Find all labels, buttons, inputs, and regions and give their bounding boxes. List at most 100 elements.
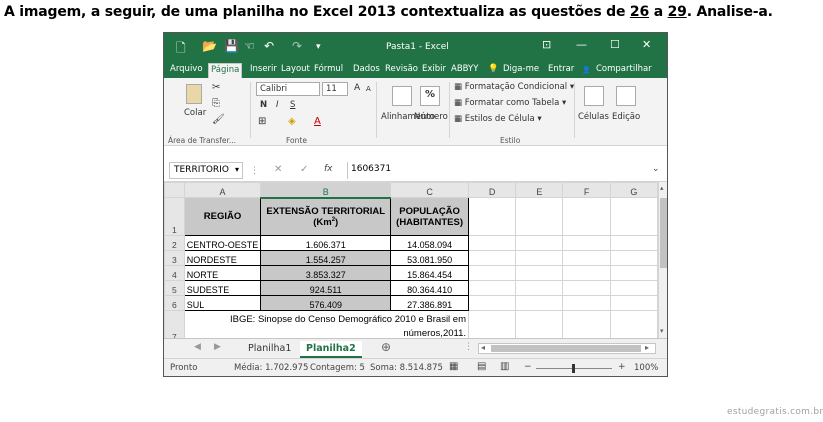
page-layout-view-icon[interactable]: ▤ xyxy=(477,361,486,372)
sheet-grid[interactable]: A B C D E F G 1 REGIÃO EXTENSÃO TERRITOR… xyxy=(164,182,659,358)
column-header[interactable]: G xyxy=(609,182,659,198)
tell-me-box[interactable]: Diga-me xyxy=(501,63,541,75)
font-color-icon[interactable]: A xyxy=(314,116,321,127)
tab-inserir[interactable]: Inserir xyxy=(248,63,279,75)
header-extensao[interactable]: EXTENSÃO TERRITORIAL (Km2) xyxy=(260,197,392,236)
page-break-view-icon[interactable]: ▥ xyxy=(500,361,509,372)
row-header[interactable]: 1 xyxy=(164,197,185,236)
percent-icon[interactable]: % xyxy=(420,86,440,106)
share-button[interactable]: Compartilhar xyxy=(594,63,654,75)
tab-dados[interactable]: Dados xyxy=(351,63,382,75)
row-header[interactable]: 5 xyxy=(164,280,185,296)
lightbulb-icon[interactable]: 💡 xyxy=(486,63,501,75)
column-header[interactable]: F xyxy=(562,182,611,198)
cells-icon[interactable] xyxy=(584,86,604,106)
cell-populacao[interactable]: 80.364.410 xyxy=(390,280,470,296)
cell-styles-button[interactable]: ▦ Estilos de Célula ▾ xyxy=(454,114,542,124)
tab-pagina[interactable]: Página xyxy=(208,63,243,78)
underline-button[interactable]: S xyxy=(290,100,295,110)
header-populacao[interactable]: POPULAÇÃO (HABITANTES) xyxy=(390,197,470,236)
zoom-level[interactable]: 100% xyxy=(634,363,658,373)
font-name-select[interactable]: Calibri xyxy=(256,82,320,96)
ribbon-options-icon[interactable]: ⊡ xyxy=(542,38,551,51)
shrink-font-icon[interactable]: A xyxy=(366,85,371,93)
cell[interactable] xyxy=(515,265,564,281)
sheet-tab-planilha1[interactable]: Planilha1 xyxy=(242,341,297,356)
number-button[interactable]: Número xyxy=(414,112,448,122)
tab-revisao[interactable]: Revisão xyxy=(383,63,420,75)
undo-icon[interactable]: ↶ xyxy=(264,39,274,53)
cell-extensao[interactable]: 1.606.371 xyxy=(260,235,392,251)
vertical-scrollbar[interactable]: ▴ ▾ xyxy=(658,182,667,338)
paste-button-label[interactable]: Colar xyxy=(184,108,206,118)
cell[interactable] xyxy=(468,295,517,311)
scroll-up-icon[interactable]: ▴ xyxy=(660,184,664,192)
cell[interactable] xyxy=(468,250,517,266)
name-box[interactable]: TERRITORIO ▾ xyxy=(169,162,243,179)
normal-view-icon[interactable]: ▦ xyxy=(449,361,458,372)
row-header[interactable]: 6 xyxy=(164,295,185,311)
hscroll-thumb[interactable] xyxy=(491,345,641,352)
prev-sheet-icon[interactable]: ◀ xyxy=(194,342,201,352)
next-sheet-icon[interactable]: ▶ xyxy=(214,342,221,352)
alignment-icon[interactable] xyxy=(392,86,412,106)
cancel-icon[interactable]: ✕ xyxy=(274,164,282,175)
cell[interactable] xyxy=(468,280,517,296)
grow-font-icon[interactable]: A xyxy=(354,83,360,93)
cell-populacao[interactable]: 15.864.454 xyxy=(390,265,470,281)
cell[interactable] xyxy=(562,295,611,311)
cut-icon[interactable]: ✂ xyxy=(212,82,220,93)
header-regiao[interactable]: REGIÃO xyxy=(183,197,262,236)
cell-regiao[interactable]: NORDESTE xyxy=(183,250,262,266)
cell[interactable] xyxy=(562,250,611,266)
column-header[interactable]: C xyxy=(390,182,470,198)
italic-button[interactable]: I xyxy=(276,100,279,110)
column-header[interactable]: B xyxy=(260,182,392,199)
cell[interactable] xyxy=(609,265,659,281)
zoom-slider-thumb[interactable] xyxy=(572,364,575,373)
zoom-out-icon[interactable]: − xyxy=(524,362,532,372)
editing-button[interactable]: Edição xyxy=(612,112,640,122)
scroll-thumb[interactable] xyxy=(660,198,667,268)
sign-in-link[interactable]: Entrar xyxy=(546,63,576,75)
cell[interactable] xyxy=(562,197,611,236)
cell[interactable] xyxy=(562,235,611,251)
tab-exibir[interactable]: Exibir xyxy=(420,63,448,75)
cell-extensao[interactable]: 576.409 xyxy=(260,295,392,311)
scroll-down-icon[interactable]: ▾ xyxy=(660,327,664,335)
tab-arquivo[interactable]: Arquivo xyxy=(168,63,205,75)
enter-icon[interactable]: ✓ xyxy=(300,164,308,175)
cell-populacao[interactable]: 14.058.094 xyxy=(390,235,470,251)
formula-input[interactable]: 1606371 xyxy=(347,162,662,179)
cell[interactable] xyxy=(468,197,517,236)
column-header[interactable]: A xyxy=(183,182,262,198)
format-as-table-button[interactable]: ▦ Formatar como Tabela ▾ xyxy=(454,98,566,108)
conditional-format-button[interactable]: ▦ Formatação Condicional ▾ xyxy=(454,82,574,92)
cell[interactable] xyxy=(468,235,517,251)
select-all-corner[interactable] xyxy=(164,182,185,198)
maximize-icon[interactable]: ☐ xyxy=(610,38,620,51)
minimize-icon[interactable]: — xyxy=(576,38,587,51)
editing-icon[interactable] xyxy=(616,86,636,106)
cells-button[interactable]: Células xyxy=(578,112,609,122)
cell[interactable] xyxy=(609,197,659,236)
horizontal-scrollbar[interactable]: ◂ ▸ xyxy=(478,343,656,354)
font-size-select[interactable]: 11 xyxy=(322,82,348,96)
cell[interactable] xyxy=(515,295,564,311)
cell[interactable] xyxy=(515,250,564,266)
tab-formulas[interactable]: Fórmul xyxy=(312,63,345,75)
borders-icon[interactable]: ⊞ xyxy=(258,116,266,127)
cell-populacao[interactable]: 53.081.950 xyxy=(390,250,470,266)
cell-extensao[interactable]: 3.853.327 xyxy=(260,265,392,281)
cell[interactable] xyxy=(609,280,659,296)
zoom-in-icon[interactable]: + xyxy=(618,362,626,372)
fill-color-icon[interactable]: ◈ xyxy=(288,116,296,127)
cell-regiao[interactable]: CENTRO-OESTE xyxy=(183,235,262,251)
expand-formula-icon[interactable]: ⌄ xyxy=(652,164,660,174)
cell[interactable] xyxy=(609,235,659,251)
new-icon[interactable]: 🗋 xyxy=(176,39,186,60)
touch-mode-icon[interactable]: ☜ xyxy=(244,39,255,53)
cell-extensao[interactable]: 924.511 xyxy=(260,280,392,296)
customize-qat-icon[interactable]: ▾ xyxy=(316,42,321,52)
cell-populacao[interactable]: 27.386.891 xyxy=(390,295,470,311)
